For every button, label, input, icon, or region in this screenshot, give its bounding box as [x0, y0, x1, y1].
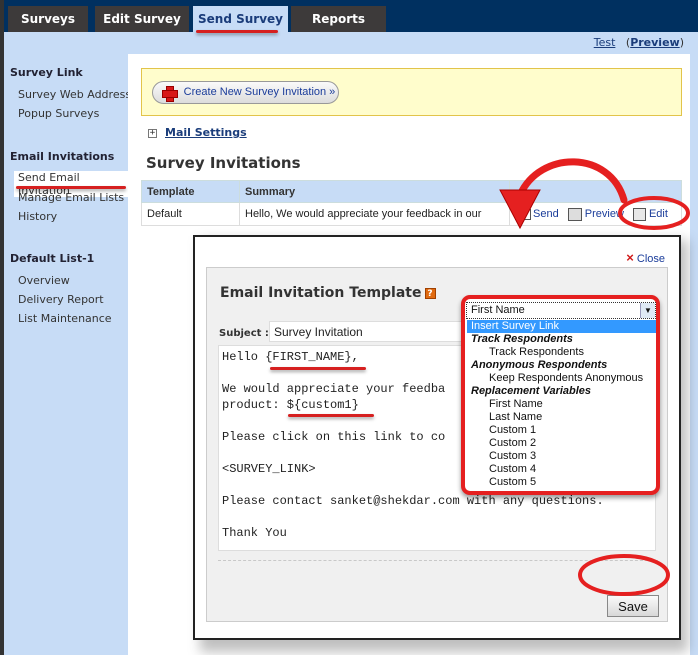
preview-action-link[interactable]: Preview — [567, 207, 624, 221]
optgroup-replacement-variables: Replacement Variables — [471, 385, 592, 397]
cell-summary: Hello, We would appreciate your feedback… — [239, 202, 510, 226]
section-title-survey-invitations: Survey Invitations — [146, 154, 301, 172]
option-custom-2[interactable]: Custom 2 — [467, 437, 656, 450]
plus-icon — [162, 86, 178, 102]
close-button[interactable]: × Close — [626, 250, 665, 265]
top-nav-bar: Surveys Edit Survey Send Survey Reports — [0, 0, 698, 32]
cell-template: Default — [141, 202, 240, 226]
sidebar — [0, 54, 128, 655]
option-first-name[interactable]: First Name — [467, 398, 656, 411]
annotation-underline-first-name — [270, 367, 366, 370]
sidebar-heading-survey-link: Survey Link — [10, 66, 83, 79]
sidebar-item-overview[interactable]: Overview — [18, 274, 70, 287]
column-header-actions — [509, 180, 682, 203]
modal-title-text: Email Invitation Template — [220, 285, 422, 301]
sidebar-heading-email-invitations: Email Invitations — [10, 150, 115, 163]
option-last-name[interactable]: Last Name — [467, 411, 656, 424]
table-header-row: Template Summary — [141, 180, 682, 203]
sidebar-heading-default-list: Default List-1 — [10, 252, 95, 265]
option-track-respondents[interactable]: Track Respondents — [467, 346, 656, 359]
create-new-invitation-label: Create New Survey Invitation » — [183, 86, 336, 98]
column-header-template: Template — [141, 180, 240, 203]
option-custom-3[interactable]: Custom 3 — [467, 450, 656, 463]
option-keep-anonymous[interactable]: Keep Respondents Anonymous — [467, 372, 656, 385]
option-custom-5[interactable]: Custom 5 — [467, 476, 656, 489]
tab-reports[interactable]: Reports — [291, 6, 386, 32]
cell-actions: Send Preview Edit — [509, 202, 682, 226]
select-value: First Name — [471, 304, 525, 316]
annotation-underline-send-email — [16, 186, 126, 189]
preview-paren-close: ) — [679, 36, 684, 49]
app-root: Surveys Edit Survey Send Survey Reports … — [0, 0, 698, 655]
option-custom-4[interactable]: Custom 4 — [467, 463, 656, 476]
edit-icon — [632, 207, 646, 221]
sidebar-item-popup-surveys[interactable]: Popup Surveys — [18, 107, 99, 120]
option-custom-1[interactable]: Custom 1 — [467, 424, 656, 437]
mail-settings-row: + Mail Settings — [148, 126, 247, 139]
help-icon[interactable]: ? — [424, 287, 436, 299]
annotation-underline-custom1 — [288, 414, 374, 417]
tab-edit-survey[interactable]: Edit Survey — [95, 6, 189, 32]
option-insert-survey-link[interactable]: Insert Survey Link — [467, 320, 656, 333]
sidebar-item-history[interactable]: History — [18, 210, 57, 223]
send-label: Send — [533, 207, 559, 220]
mail-settings-link[interactable]: Mail Settings — [165, 126, 247, 139]
invitations-table: Template Summary Default Hello, We would… — [141, 180, 682, 226]
modal-title: Email Invitation Template? — [220, 285, 436, 301]
test-link[interactable]: Test — [594, 36, 616, 49]
envelope-icon — [515, 208, 531, 220]
sidebar-item-delivery-report[interactable]: Delivery Report — [18, 293, 104, 306]
edit-link[interactable]: Edit — [632, 207, 668, 221]
sidebar-item-survey-web-address[interactable]: Survey Web Address — [18, 88, 131, 101]
insert-variable-options: Insert Survey Link Track Respondents Tra… — [467, 320, 656, 489]
optgroup-track-respondents: Track Respondents — [471, 333, 573, 345]
chevron-down-icon[interactable]: ▼ — [640, 303, 655, 318]
tab-surveys[interactable]: Surveys — [8, 6, 88, 32]
table-row: Default Hello, We would appreciate your … — [141, 202, 682, 226]
close-label: Close — [636, 253, 665, 265]
close-x-icon: × — [626, 250, 634, 265]
create-new-invitation-button[interactable]: Create New Survey Invitation » — [152, 81, 339, 104]
preview-link-label: Preview — [630, 36, 680, 49]
main-right-border — [690, 54, 698, 655]
save-button[interactable]: Save — [607, 595, 659, 617]
optgroup-anonymous-respondents: Anonymous Respondents — [471, 359, 608, 371]
insert-variable-select[interactable]: First Name ▼ — [466, 302, 656, 319]
preview-icon — [567, 207, 582, 221]
top-links: Test (Preview) — [594, 36, 684, 49]
expand-plus-icon[interactable]: + — [148, 128, 157, 138]
subject-label: Subject : — [219, 328, 269, 339]
annotation-underline-send-survey — [196, 30, 278, 33]
sidebar-item-list-maintenance[interactable]: List Maintenance — [18, 312, 112, 325]
tab-send-survey[interactable]: Send Survey — [193, 6, 288, 32]
divider — [218, 560, 658, 561]
edit-label: Edit — [648, 207, 668, 220]
preview-link[interactable]: Preview — [630, 36, 680, 49]
send-link[interactable]: Send — [515, 208, 559, 220]
sidebar-item-manage-email-lists[interactable]: Manage Email Lists — [18, 191, 124, 204]
preview-label: Preview — [584, 207, 624, 220]
column-header-summary: Summary — [239, 180, 510, 203]
